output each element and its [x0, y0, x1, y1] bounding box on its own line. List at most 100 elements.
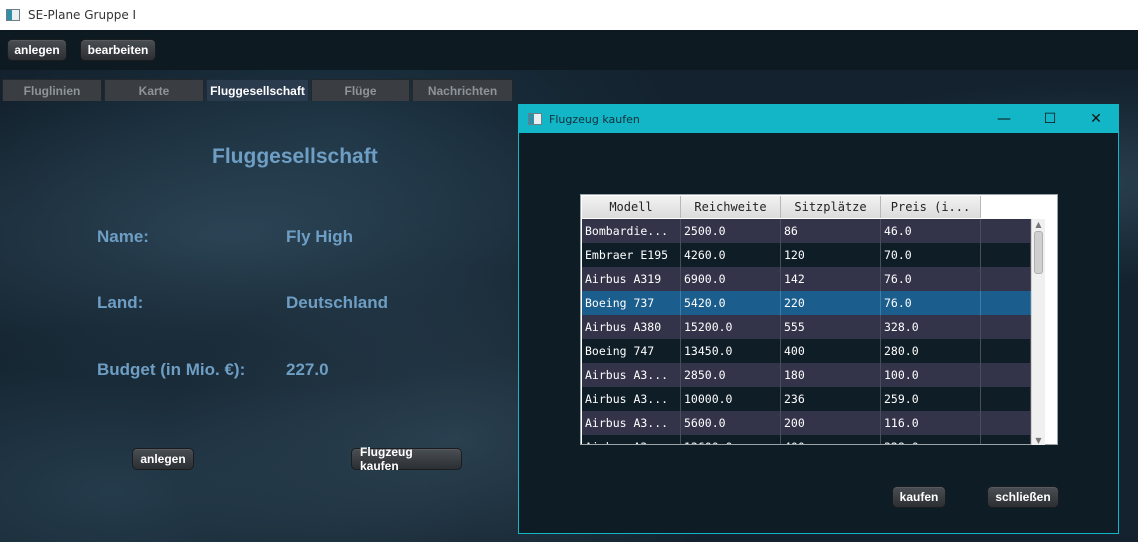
cell-sitzplaetze: 400: [781, 339, 881, 363]
cell-reichweite: 2500.0: [681, 219, 781, 243]
cell-empty: [981, 435, 1031, 444]
column-header-reichweite[interactable]: Reichweite: [681, 196, 781, 218]
cell-empty: [981, 363, 1031, 387]
country-value: Deutschland: [286, 293, 389, 312]
cell-modell: Airbus A380: [582, 315, 681, 339]
tab-nachrichten[interactable]: Nachrichten: [412, 79, 513, 101]
kaufen-button[interactable]: kaufen: [892, 486, 946, 508]
cell-modell: Airbus A3...: [582, 435, 681, 444]
tab-fluege[interactable]: Flüge: [311, 79, 410, 101]
cell-reichweite: 13450.0: [681, 339, 781, 363]
cell-preis: 100.0: [881, 363, 981, 387]
cell-reichweite: 2850.0: [681, 363, 781, 387]
minimize-icon[interactable]: —: [981, 105, 1027, 133]
edit-button[interactable]: bearbeiten: [80, 39, 156, 61]
table-body: Bombardie... 2500.0 86 46.0 Embraer E195 4260…: [582, 219, 1031, 444]
cell-preis: 328.0: [881, 315, 981, 339]
budget-value: 227.0: [286, 360, 329, 379]
cell-modell: Embraer E195: [582, 243, 681, 267]
table-row[interactable]: Bombardie... 2500.0 86 46.0: [582, 219, 1031, 243]
cell-sitzplaetze: 400: [781, 435, 881, 444]
table-row[interactable]: Airbus A3... 2850.0 180 100.0: [582, 363, 1031, 387]
cell-sitzplaetze: 86: [781, 219, 881, 243]
cell-empty: [981, 291, 1031, 315]
cell-sitzplaetze: 555: [781, 315, 881, 339]
maximize-icon[interactable]: ☐: [1027, 105, 1073, 133]
cell-empty: [981, 411, 1031, 435]
cell-reichweite: 4260.0: [681, 243, 781, 267]
cell-sitzplaetze: 120: [781, 243, 881, 267]
table-row[interactable]: Airbus A319 6900.0 142 76.0: [582, 267, 1031, 291]
cell-preis: 116.0: [881, 411, 981, 435]
cell-empty: [981, 339, 1031, 363]
tab-fluglinien[interactable]: Fluglinien: [2, 79, 102, 101]
tab-fluggesellschaft[interactable]: Fluggesellschaft: [206, 79, 309, 101]
cell-sitzplaetze: 236: [781, 387, 881, 411]
country-label: Land:: [97, 293, 144, 312]
column-header-sitzplaetze[interactable]: Sitzplätze: [781, 196, 881, 218]
table-row[interactable]: Airbus A3... 10000.0 236 259.0: [582, 387, 1031, 411]
dialog-title: Flugzeug kaufen: [549, 112, 640, 126]
column-header-preis[interactable]: Preis (i...: [881, 196, 981, 218]
tab-bar: Fluglinien Karte Fluggesellschaft Flüge …: [2, 79, 515, 101]
close-icon[interactable]: ✕: [1073, 105, 1119, 133]
table-row[interactable]: Boeing 747 13450.0 400 280.0: [582, 339, 1031, 363]
scroll-up-icon[interactable]: ▲: [1032, 219, 1045, 229]
cell-sitzplaetze: 180: [781, 363, 881, 387]
table-row[interactable]: Airbus A3... 5600.0 200 116.0: [582, 411, 1031, 435]
cell-modell: Boeing 737: [582, 291, 681, 315]
toolbar: [0, 30, 1138, 70]
cell-sitzplaetze: 200: [781, 411, 881, 435]
cell-preis: 76.0: [881, 291, 981, 315]
cell-empty: [981, 315, 1031, 339]
page-title: Fluggesellschaft: [212, 145, 378, 168]
cell-preis: 259.0: [881, 387, 981, 411]
cell-reichweite: 10000.0: [681, 387, 781, 411]
cell-modell: Airbus A3...: [582, 363, 681, 387]
name-label: Name:: [97, 227, 149, 246]
cell-sitzplaetze: 220: [781, 291, 881, 315]
app-title-bar: SE-Plane Gruppe I: [0, 0, 1138, 30]
table-row[interactable]: Airbus A380 15200.0 555 328.0: [582, 315, 1031, 339]
cell-empty: [981, 387, 1031, 411]
app-window-icon: [6, 9, 20, 21]
company-create-button[interactable]: anlegen: [132, 448, 194, 470]
cell-preis: 280.0: [881, 339, 981, 363]
cell-preis: 46.0: [881, 219, 981, 243]
window-title: SE-Plane Gruppe I: [28, 8, 137, 22]
cell-modell: Airbus A319: [582, 267, 681, 291]
budget-label: Budget (in Mio. €):: [97, 360, 246, 379]
cell-sitzplaetze: 142: [781, 267, 881, 291]
cell-preis: 328.0: [881, 435, 981, 444]
table-row[interactable]: Embraer E195 4260.0 120 70.0: [582, 243, 1031, 267]
tab-karte[interactable]: Karte: [104, 79, 204, 101]
scroll-down-icon[interactable]: ▼: [1032, 435, 1045, 445]
table-scrollbar[interactable]: ▲ ▼: [1031, 219, 1045, 445]
cell-reichweite: 6900.0: [681, 267, 781, 291]
cell-empty: [981, 243, 1031, 267]
cell-reichweite: 5600.0: [681, 411, 781, 435]
cell-reichweite: 5420.0: [681, 291, 781, 315]
cell-empty: [981, 267, 1031, 291]
cell-reichweite: 13600.0: [681, 435, 781, 444]
schliessen-button[interactable]: schließen: [987, 486, 1059, 508]
cell-preis: 76.0: [881, 267, 981, 291]
cell-modell: Airbus A3...: [582, 387, 681, 411]
cell-modell: Boeing 747: [582, 339, 681, 363]
cell-modell: Bombardie...: [582, 219, 681, 243]
cell-modell: Airbus A3...: [582, 411, 681, 435]
name-value: Fly High: [286, 227, 354, 246]
dialog-window-icon: [528, 113, 542, 125]
dialog-title-bar[interactable]: Flugzeug kaufen — ☐ ✕: [519, 105, 1118, 133]
table-row[interactable]: Boeing 737 5420.0 220 76.0: [582, 291, 1031, 315]
table-row[interactable]: Airbus A3...13600.0400328.0: [582, 435, 1031, 444]
scrollbar-thumb[interactable]: [1034, 231, 1043, 274]
plane-table[interactable]: Modell Reichweite Sitzplätze Preis (i...…: [580, 194, 1058, 445]
buy-plane-button[interactable]: Flugzeug kaufen: [351, 445, 462, 473]
create-button[interactable]: anlegen: [7, 39, 67, 61]
cell-reichweite: 15200.0: [681, 315, 781, 339]
cell-preis: 70.0: [881, 243, 981, 267]
cell-empty: [981, 219, 1031, 243]
column-header-modell[interactable]: Modell: [582, 196, 681, 218]
table-header: Modell Reichweite Sitzplätze Preis (i...: [582, 196, 981, 218]
